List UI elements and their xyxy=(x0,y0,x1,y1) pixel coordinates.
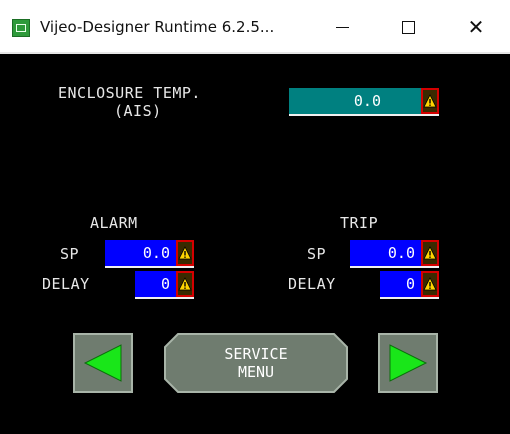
alarm-heading: ALARM xyxy=(90,214,138,232)
runtime-window: Vijeo-Designer Runtime 6.2.5... ✕ ENCLOS… xyxy=(0,0,510,434)
trip-sp-label: SP xyxy=(307,245,327,263)
warning-icon xyxy=(421,88,439,114)
enclosure-temp-value: 0.0 xyxy=(353,92,381,110)
trip-heading: TRIP xyxy=(340,214,379,232)
close-icon: ✕ xyxy=(467,15,485,39)
warning-icon xyxy=(176,271,194,297)
trip-sp-field[interactable]: 0.0 xyxy=(350,240,439,268)
trip-delay-label: DELAY xyxy=(288,275,336,293)
alarm-delay-label: DELAY xyxy=(42,275,90,293)
alarm-delay-value: 0 xyxy=(160,275,170,293)
enclosure-temp-sublabel: (AIS) xyxy=(114,102,162,120)
warning-icon xyxy=(421,271,439,297)
service-menu-button[interactable]: SERVICE MENU xyxy=(164,333,348,393)
trip-delay-value: 0 xyxy=(405,275,415,293)
service-menu-line2: MENU xyxy=(237,363,275,381)
maximize-button[interactable] xyxy=(388,10,428,44)
trip-sp-value: 0.0 xyxy=(387,244,415,262)
previous-screen-button[interactable] xyxy=(73,333,133,393)
title-bar[interactable]: Vijeo-Designer Runtime 6.2.5... ✕ xyxy=(0,0,510,54)
service-menu-label: SERVICE MENU xyxy=(164,345,348,381)
enclosure-temp-label: ENCLOSURE TEMP. xyxy=(58,84,201,102)
service-menu-line1: SERVICE xyxy=(224,345,288,363)
alarm-sp-label: SP xyxy=(60,245,80,263)
minimize-button[interactable] xyxy=(322,10,362,44)
minimize-icon xyxy=(335,26,349,28)
window-title: Vijeo-Designer Runtime 6.2.5... xyxy=(40,18,275,36)
app-icon xyxy=(12,19,30,37)
next-screen-button[interactable] xyxy=(378,333,438,393)
maximize-icon xyxy=(401,20,415,34)
close-button[interactable]: ✕ xyxy=(456,10,496,44)
alarm-sp-value: 0.0 xyxy=(142,244,170,262)
left-arrow-icon xyxy=(83,344,122,382)
trip-delay-field[interactable]: 0 xyxy=(380,271,439,299)
alarm-sp-field[interactable]: 0.0 xyxy=(105,240,194,268)
alarm-delay-field[interactable]: 0 xyxy=(135,271,194,299)
enclosure-temp-field: 0.0 xyxy=(289,88,439,116)
right-arrow-icon xyxy=(389,344,428,382)
warning-icon xyxy=(421,240,439,266)
warning-icon xyxy=(176,240,194,266)
hmi-screen: ENCLOSURE TEMP. (AIS) 0.0 ALARM SP 0.0 D… xyxy=(10,54,500,430)
